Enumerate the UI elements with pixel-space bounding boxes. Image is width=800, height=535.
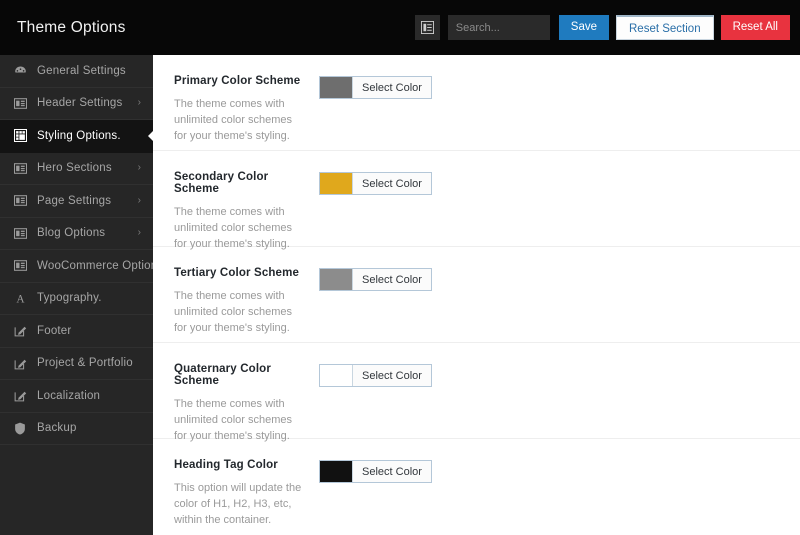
sidebar-item-project-portfolio[interactable]: Project & Portfolio xyxy=(0,348,153,380)
option-row: Primary Color Scheme The theme comes with… xyxy=(153,55,800,151)
sidebar-item-label: Footer xyxy=(37,324,72,337)
option-info: Primary Color Scheme The theme comes with… xyxy=(174,75,306,144)
collapse-sidebar-button[interactable] xyxy=(414,15,440,40)
option-control: Select Color xyxy=(319,75,432,103)
option-description: The theme comes with unlimited color sch… xyxy=(174,398,292,442)
select-color-label: Select Color xyxy=(362,273,422,286)
sidebar-nav: General Settings Header Settings › Styling … xyxy=(0,55,167,535)
option-row: Quaternary Color Scheme The theme comes w… xyxy=(153,343,800,442)
color-swatch[interactable] xyxy=(320,365,353,386)
select-color-label: Select Color xyxy=(362,81,422,94)
option-row: Tertiary Color Scheme The theme comes wit… xyxy=(153,247,800,343)
sidebar-item-woocommerce-options[interactable]: WooCommerce Options› xyxy=(0,250,167,283)
save-button[interactable]: Save xyxy=(558,15,609,40)
sidebar-item-localization[interactable]: Localization xyxy=(0,380,153,413)
chevron-right-icon: › xyxy=(137,162,141,174)
option-title: Primary Color Scheme xyxy=(174,75,301,87)
options-panel: Primary Color Scheme The theme comes with… xyxy=(153,55,800,535)
sidebar-item-label: Localization xyxy=(37,389,101,402)
option-description: The theme comes with unlimited color sch… xyxy=(174,290,292,334)
sidebar-item-page-settings[interactable]: Page Settings › xyxy=(0,185,153,218)
sidebar-item-hero-sections[interactable]: Hero Sections › xyxy=(0,153,153,185)
option-description: The theme comes with unlimited color sch… xyxy=(174,206,292,250)
color-swatch[interactable] xyxy=(320,269,353,290)
theme-options-page: Theme Options Save Reset Section Reset A… xyxy=(0,0,800,535)
color-swatch[interactable] xyxy=(320,461,353,482)
option-row: Secondary Color Scheme The theme comes wi… xyxy=(153,151,800,250)
option-control: Select Color xyxy=(319,267,432,295)
search-input[interactable] xyxy=(447,15,550,40)
sidebar-item-label: General Settings xyxy=(37,64,126,77)
page-header: Theme Options Save Reset Section Reset A… xyxy=(0,0,800,55)
sidebar-item-label: Typography. xyxy=(37,292,102,305)
chevron-right-icon: › xyxy=(137,194,141,206)
shield-icon xyxy=(12,422,28,435)
styling-icon xyxy=(12,129,28,143)
color-swatch[interactable] xyxy=(320,173,353,194)
collapse-sidebar-icon xyxy=(420,21,434,34)
chevron-right-icon: › xyxy=(137,227,141,239)
option-control: Select Color xyxy=(319,459,432,487)
select-color-button[interactable]: Select Color xyxy=(319,172,432,195)
layout-icon xyxy=(12,195,28,207)
layout-icon xyxy=(12,260,28,272)
sidebar-item-label: Blog Options xyxy=(37,227,106,240)
select-color-label: Select Color xyxy=(362,369,422,382)
dashboard-icon xyxy=(12,64,28,77)
header-actions: Save Reset Section Reset All xyxy=(414,15,800,40)
select-color-button[interactable]: Select Color xyxy=(319,460,432,483)
sidebar-item-backup[interactable]: Backup xyxy=(0,413,153,445)
option-control: Select Color xyxy=(319,171,432,199)
sidebar-item-label: Backup xyxy=(37,422,77,435)
option-info: Tertiary Color Scheme The theme comes wit… xyxy=(174,267,306,336)
option-info: Heading Tag Color This option will update… xyxy=(174,459,306,528)
option-title: Secondary Color Scheme xyxy=(174,171,269,195)
reset-section-button[interactable]: Reset Section xyxy=(616,15,714,40)
option-title: Quaternary Color Scheme xyxy=(174,363,271,387)
sidebar-item-label: WooCommerce Options xyxy=(37,259,164,272)
select-color-button[interactable]: Select Color xyxy=(319,76,432,99)
option-row: Heading Tag Color This option will update… xyxy=(153,439,800,535)
sidebar-item-label: Hero Sections xyxy=(37,162,112,175)
option-title: Heading Tag Color xyxy=(174,459,278,471)
option-info: Secondary Color Scheme The theme comes wi… xyxy=(174,171,306,252)
sidebar-item-label: Styling Options. xyxy=(37,129,121,142)
sidebar-item-general-settings[interactable]: General Settings xyxy=(0,55,153,88)
sidebar-item-blog-options[interactable]: Blog Options › xyxy=(0,218,153,250)
pencil-square-icon xyxy=(12,324,28,337)
select-color-label: Select Color xyxy=(362,465,422,478)
option-info: Quaternary Color Scheme The theme comes w… xyxy=(174,363,306,444)
option-title: Tertiary Color Scheme xyxy=(174,267,300,279)
sidebar-item-header-settings[interactable]: Header Settings › xyxy=(0,88,153,120)
pencil-square-icon xyxy=(12,357,28,370)
sidebar-item-label: Header Settings xyxy=(37,97,123,110)
select-color-button[interactable]: Select Color xyxy=(319,268,432,291)
layout-icon xyxy=(12,227,28,239)
svg-text:A: A xyxy=(16,293,25,304)
option-description: The theme comes with unlimited color sch… xyxy=(174,98,292,142)
layout-icon xyxy=(12,97,28,109)
option-description: This option will update the color of H1,… xyxy=(174,482,302,526)
sidebar-item-label: Page Settings xyxy=(37,194,112,207)
select-color-label: Select Color xyxy=(362,177,422,190)
sidebar-item-label: Project & Portfolio xyxy=(37,357,133,370)
select-color-button[interactable]: Select Color xyxy=(319,364,432,387)
font-a-icon: A xyxy=(12,292,28,304)
pencil-square-icon xyxy=(12,389,28,402)
color-swatch[interactable] xyxy=(320,77,353,98)
sidebar-item-styling-options[interactable]: Styling Options. xyxy=(0,120,153,153)
sidebar-item-typography[interactable]: A Typography. xyxy=(0,283,153,315)
page-title: Theme Options xyxy=(17,18,126,36)
layout-icon xyxy=(12,162,28,174)
reset-all-button[interactable]: Reset All xyxy=(720,15,790,40)
sidebar-item-footer[interactable]: Footer xyxy=(0,315,153,348)
option-control: Select Color xyxy=(319,363,432,391)
chevron-right-icon: › xyxy=(137,97,141,109)
